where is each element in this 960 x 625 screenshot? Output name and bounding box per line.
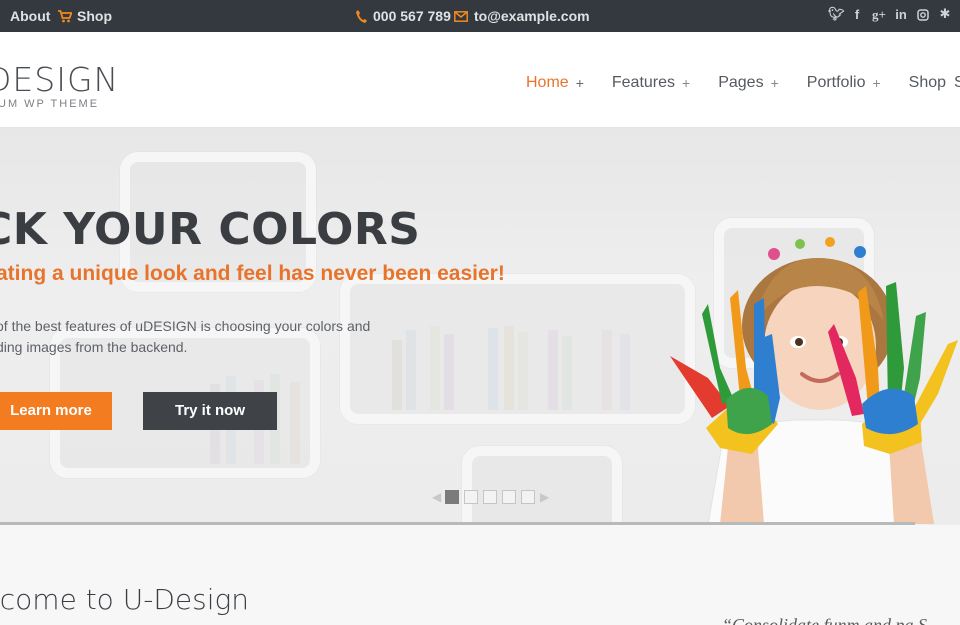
- next-arrow-icon[interactable]: ▶: [540, 490, 549, 504]
- plus-icon: +: [872, 75, 881, 91]
- plus-icon: +: [770, 75, 779, 91]
- nav-item-label: Features: [611, 74, 676, 91]
- email-link[interactable]: to@example.com: [454, 8, 590, 24]
- social-links: 🐦︎ f g+ in ✱ S: [828, 6, 960, 24]
- phone-number: 000 567 789: [373, 8, 451, 24]
- site-logo[interactable]: DESIGN: [0, 60, 119, 99]
- shop-link[interactable]: Shop: [58, 8, 112, 24]
- shop-link-label: Shop: [77, 8, 112, 24]
- cart-icon: [58, 9, 72, 22]
- email-address: to@example.com: [474, 8, 590, 24]
- logo-tagline: UM WP THEME: [0, 98, 100, 110]
- plus-icon: +: [682, 75, 691, 91]
- google-plus-icon[interactable]: g+: [872, 6, 886, 24]
- phone-icon: [356, 9, 367, 23]
- plus-icon: +: [575, 75, 584, 91]
- testimonial-quote: “Consolidate funm and pa S: [722, 615, 928, 625]
- envelope-icon: [454, 10, 468, 22]
- slide-description-line: of the best features of uDESIGN is choos…: [0, 318, 371, 334]
- learn-more-button[interactable]: Learn more: [0, 392, 112, 430]
- nav-item-shop[interactable]: Shop: [909, 74, 946, 92]
- nav-item-features[interactable]: Features +: [612, 74, 690, 92]
- instagram-icon[interactable]: [916, 6, 930, 24]
- nav-item-label: Pages: [718, 74, 764, 91]
- prev-arrow-icon[interactable]: ◀: [432, 490, 441, 504]
- slider-dot[interactable]: [464, 490, 478, 504]
- slider-pagination: ◀ ▶: [432, 490, 549, 504]
- welcome-section: lcome to U-Design “Consolidate funm and …: [0, 525, 960, 625]
- hero-slider: CK YOUR COLORS ating a unique look and f…: [0, 128, 960, 525]
- nav-item-label: Home: [526, 74, 569, 91]
- nav-item-truncated[interactable]: S: [954, 74, 960, 92]
- slide-description-line: ding images from the backend.: [0, 339, 188, 355]
- slider-dot[interactable]: [483, 490, 497, 504]
- top-bar: About Shop 000 567 789 to@example.com 🐦︎…: [0, 0, 960, 32]
- nav-item-portfolio[interactable]: Portfolio +: [807, 74, 881, 92]
- nav-item-pages[interactable]: Pages +: [718, 74, 779, 92]
- slider-dot[interactable]: [521, 490, 535, 504]
- nav-item-label: Portfolio: [806, 74, 866, 91]
- slider-dot[interactable]: [445, 490, 459, 504]
- about-link[interactable]: About: [10, 8, 50, 24]
- slider-dot[interactable]: [502, 490, 516, 504]
- twitter-icon[interactable]: 🐦︎: [828, 6, 845, 24]
- site-header: DESIGN UM WP THEME Home + Features + Pag…: [0, 32, 960, 128]
- slide-description: of the best features of uDESIGN is choos…: [0, 316, 416, 358]
- phone-contact: 000 567 789: [356, 8, 451, 24]
- girl-painted-hands-image: [670, 237, 958, 525]
- main-nav: Home + Features + Pages + Portfolio + Sh…: [526, 74, 960, 92]
- yelp-icon[interactable]: ✱: [938, 6, 952, 24]
- slide-title: CK YOUR COLORS: [0, 204, 421, 255]
- try-it-now-button[interactable]: Try it now: [143, 392, 277, 430]
- nav-item-home[interactable]: Home +: [526, 74, 584, 92]
- facebook-icon[interactable]: f: [850, 6, 864, 24]
- welcome-title: lcome to U-Design: [0, 583, 250, 616]
- linkedin-icon[interactable]: in: [894, 6, 908, 24]
- background-shelf: [462, 446, 622, 525]
- background-books: [392, 324, 642, 410]
- slide-subtitle: ating a unique look and feel has never b…: [0, 262, 505, 285]
- nav-item-label: Shop: [908, 74, 947, 91]
